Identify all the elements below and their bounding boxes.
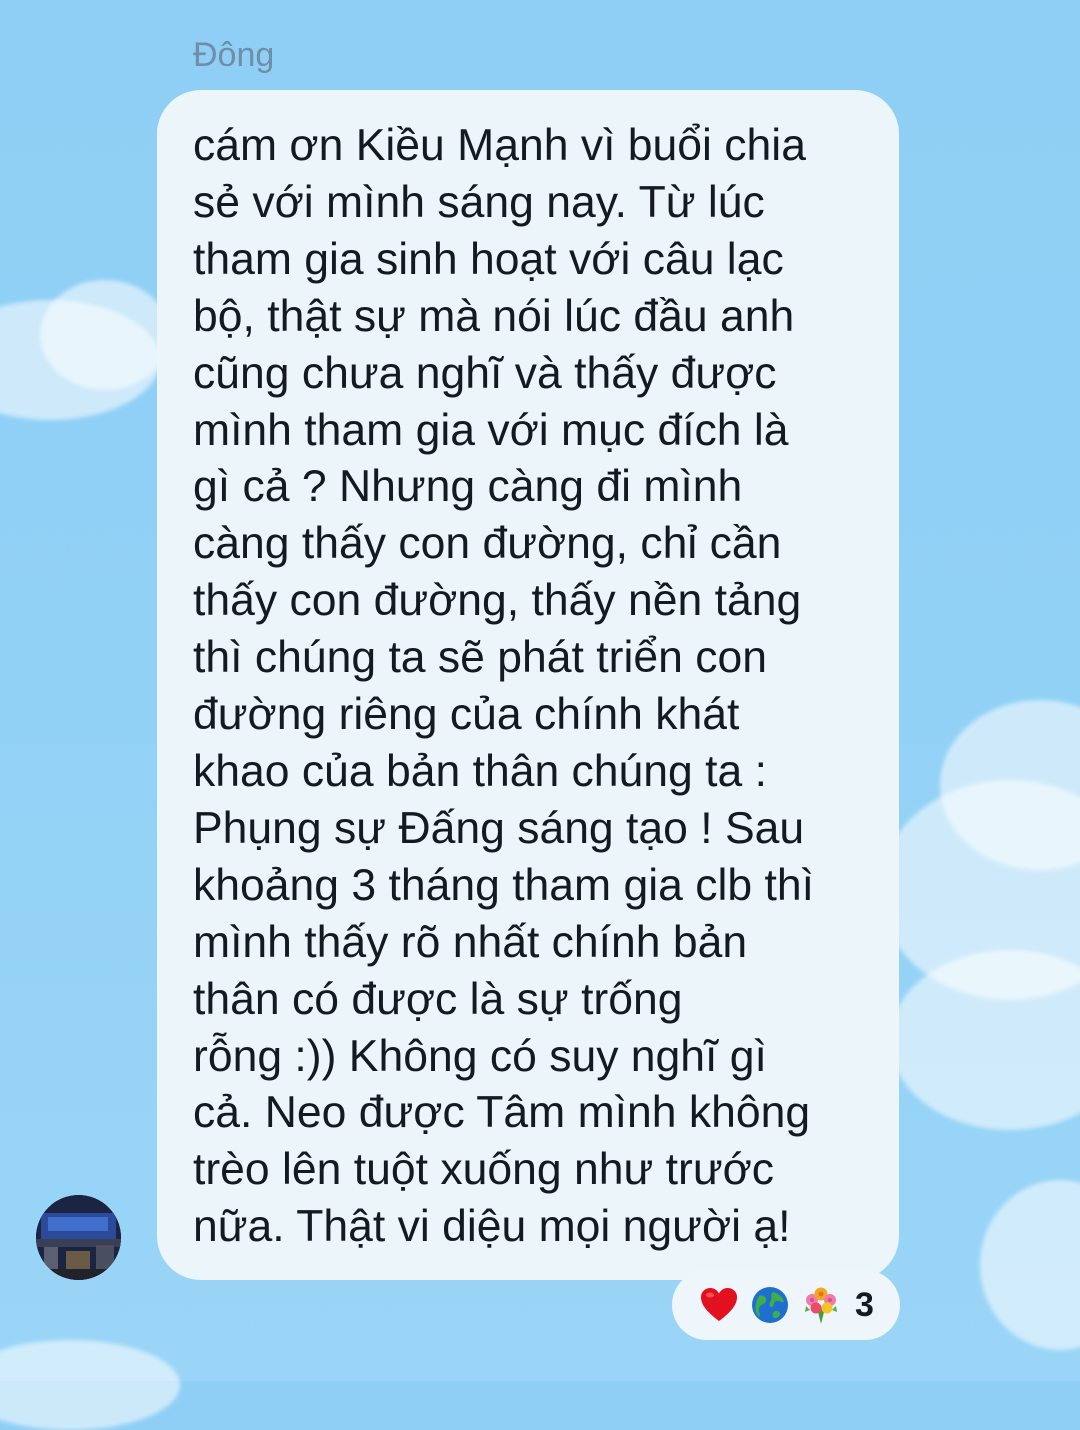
message-text: cám ơn Kiều Mạnh vì buổi chia sẻ với mìn… [193, 121, 814, 1252]
avatar-photo-icon [36, 1195, 121, 1280]
sender-name: Đông [193, 36, 275, 74]
avatar[interactable] [36, 1195, 121, 1280]
heart-icon [701, 1288, 737, 1321]
bouquet-icon [805, 1287, 837, 1324]
globe-icon [752, 1287, 788, 1323]
reactions-bar[interactable]: 3 [672, 1270, 900, 1340]
message-bubble[interactable]: cám ơn Kiều Mạnh vì buổi chia sẻ với mìn… [157, 90, 899, 1280]
reaction-count: 3 [855, 1285, 874, 1324]
